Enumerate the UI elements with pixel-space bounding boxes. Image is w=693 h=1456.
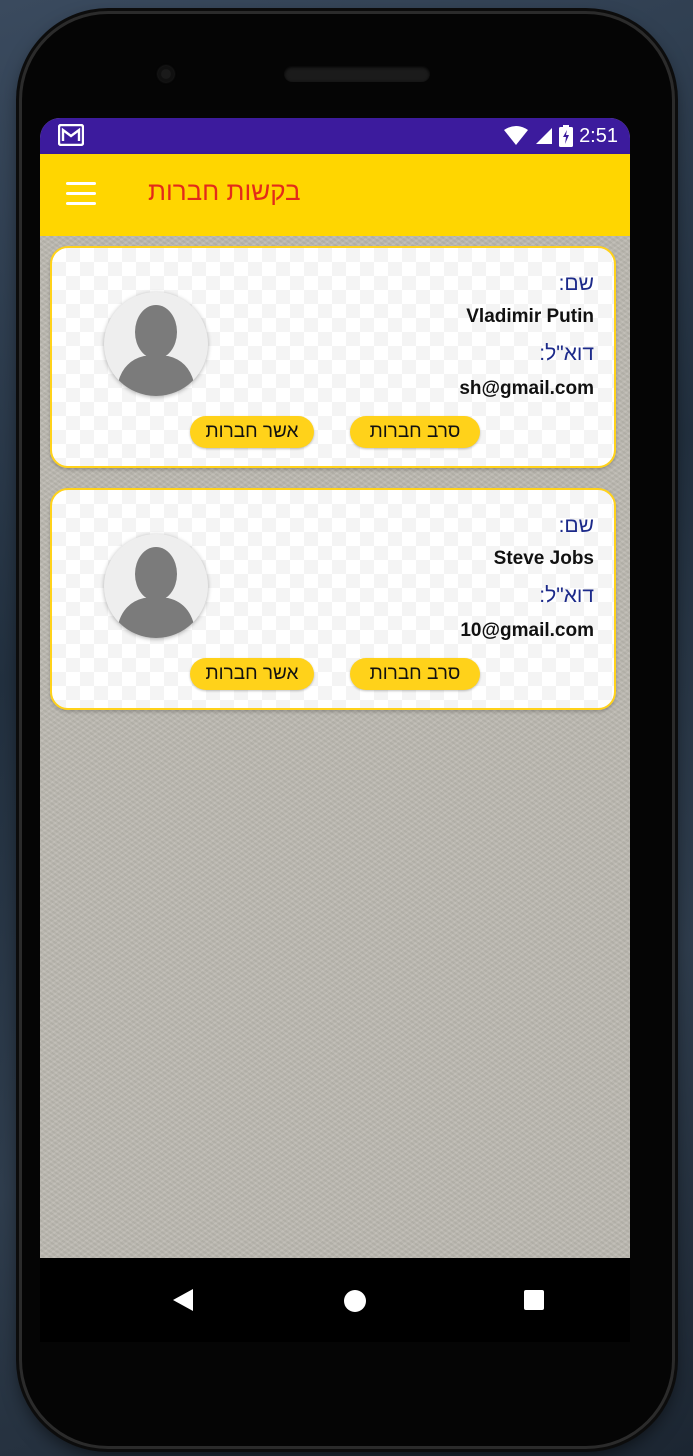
app-screen: 2:51 בקשות חברות שם: Vladimir Putin דוא"… [40,118,630,1258]
status-bar: 2:51 [40,118,630,154]
hamburger-menu-icon[interactable] [66,182,96,206]
back-icon[interactable] [172,1288,194,1312]
avatar [104,534,208,638]
signal-icon [536,128,553,144]
email-value: 10@gmail.com [460,620,594,641]
gmail-icon [58,124,84,146]
reject-friendship-button[interactable]: סרב חברות [350,416,480,448]
friend-request-card: שם: Steve Jobs דוא"ל: 10@gmail.com סרב ח… [50,488,616,710]
home-icon[interactable] [344,1290,366,1312]
email-value: sh@gmail.com [459,378,594,399]
name-label: שם: [558,272,594,295]
reject-friendship-button[interactable]: סרב חברות [350,658,480,690]
front-camera [158,66,174,82]
default-avatar-icon [116,547,196,638]
friend-request-card: שם: Vladimir Putin דוא"ל: sh@gmail.com ס… [50,246,616,468]
navigation-bar [40,1258,630,1342]
approve-friendship-button[interactable]: אשר חברות [190,416,314,448]
name-label: שם: [558,514,594,537]
approve-friendship-button[interactable]: אשר חברות [190,658,314,690]
status-time: 2:51 [579,124,618,147]
avatar [104,292,208,396]
requests-list[interactable]: שם: Vladimir Putin דוא"ל: sh@gmail.com ס… [40,236,630,1258]
recents-icon[interactable] [524,1290,544,1310]
email-label: דוא"ל: [539,342,594,365]
battery-icon [559,125,574,147]
name-value: Vladimir Putin [466,306,594,327]
earpiece-speaker [284,66,430,82]
name-value: Steve Jobs [493,548,594,569]
app-toolbar: בקשות חברות [40,154,630,236]
email-label: דוא"ל: [539,584,594,607]
wifi-icon [504,126,529,145]
status-icons: 2:51 [503,118,618,154]
page-title: בקשות חברות [148,176,301,206]
default-avatar-icon [116,305,196,396]
